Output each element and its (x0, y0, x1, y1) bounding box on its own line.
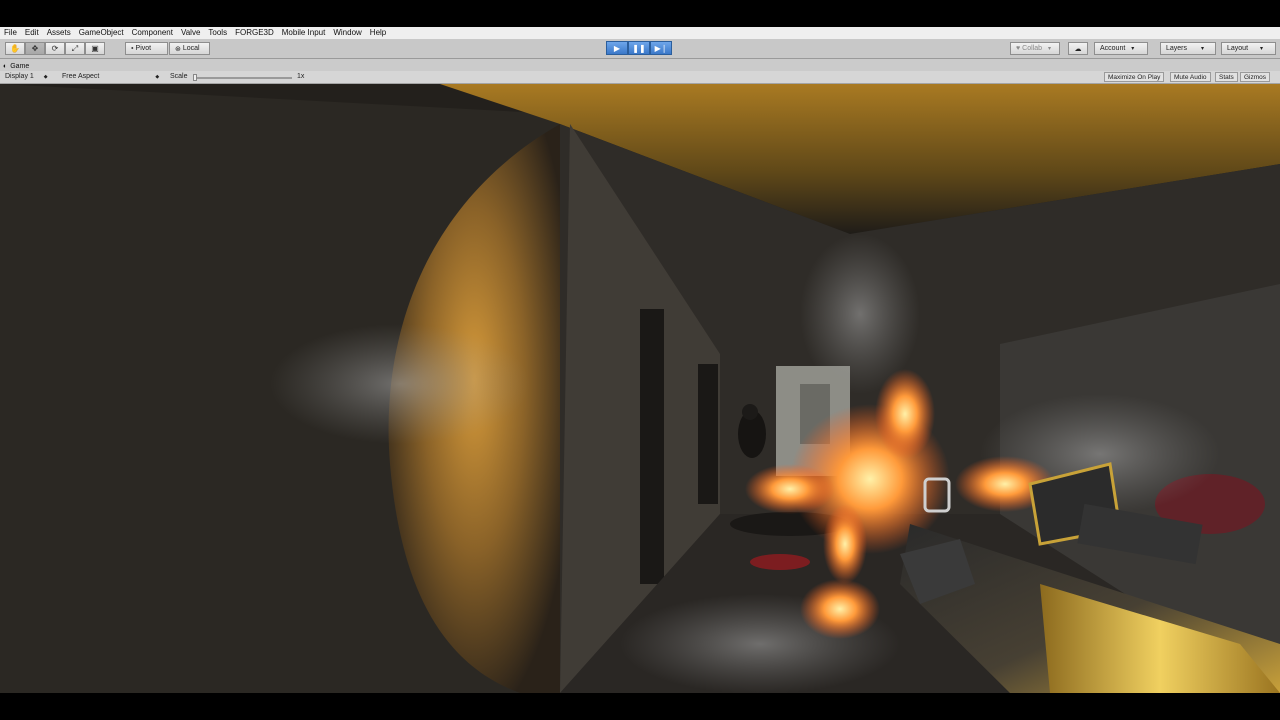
chevron-down-icon: ▾ (1048, 46, 1052, 52)
local-icon: ⊛ (175, 45, 181, 53)
account-dropdown[interactable]: Account ▾ (1094, 42, 1148, 55)
menu-tools[interactable]: Tools (204, 27, 231, 39)
menu-mobile-input[interactable]: Mobile Input (278, 27, 330, 39)
menu-help[interactable]: Help (366, 27, 390, 39)
collab-label: Collab (1022, 45, 1043, 52)
layout-dropdown[interactable]: Layout ▾ (1221, 42, 1276, 55)
menu-forge3d[interactable]: FORGE3D (231, 27, 278, 39)
play-button[interactable]: ▶ (606, 41, 628, 55)
maximize-on-play-toggle[interactable]: Maximize On Play (1104, 72, 1165, 82)
move-icon: ✥ (31, 44, 39, 53)
collab-dropdown[interactable]: ♥ Collab ▾ (1010, 42, 1060, 55)
tab-game[interactable]: ◐ Game (3, 61, 29, 71)
menu-component[interactable]: Component (128, 27, 177, 39)
transform-tools: ✋ ✥ ⟳ ⤢ ▣ (5, 42, 105, 55)
letterbox-bottom (0, 693, 1280, 720)
tab-game-label: Game (10, 62, 30, 70)
letterbox-top (0, 0, 1280, 27)
pivot-label: Pivot (135, 45, 152, 52)
menu-gameobject[interactable]: GameObject (75, 27, 128, 39)
cloud-button[interactable]: ☁ (1068, 42, 1088, 55)
rect-tool-button[interactable]: ▣ (85, 42, 105, 55)
local-label: Local (182, 45, 200, 52)
chevron-down-icon: ◆ (155, 74, 160, 80)
aspect-label: Free Aspect (62, 73, 100, 80)
local-toggle[interactable]: ⊛ Local (169, 42, 210, 55)
step-button[interactable]: ▶❘ (650, 41, 672, 55)
cloud-icon: ☁ (1074, 45, 1082, 53)
playback-controls: ▶ ❚❚ ▶❘ (606, 41, 672, 55)
pause-button[interactable]: ❚❚ (628, 41, 650, 55)
menu-window[interactable]: Window (329, 27, 365, 39)
scale-value: 1x (297, 73, 305, 80)
layers-dropdown[interactable]: Layers ▾ (1160, 42, 1216, 55)
game-tab-bar: ◐ Game (0, 59, 1280, 71)
display-dropdown[interactable]: Display 1 ◆ (5, 73, 48, 80)
chevron-down-icon: ▾ (1201, 46, 1205, 52)
display-label: Display 1 (5, 73, 34, 80)
scale-slider-track[interactable] (194, 77, 292, 79)
pivot-icon: ⬩ (131, 44, 134, 52)
play-icon: ▶ (613, 43, 621, 53)
menu-file[interactable]: File (0, 27, 21, 39)
mute-audio-toggle[interactable]: Mute Audio (1170, 72, 1211, 82)
aspect-dropdown[interactable]: Free Aspect ◆ (62, 73, 159, 80)
pivot-toggle[interactable]: ⬩ Pivot (125, 42, 168, 55)
cloud-check-icon: ♥ (1016, 45, 1021, 52)
hand-icon: ✋ (10, 44, 20, 53)
rect-icon: ▣ (91, 44, 99, 53)
chevron-down-icon: ▾ (1260, 46, 1264, 52)
account-label: Account (1100, 45, 1126, 52)
main-toolbar: ✋ ✥ ⟳ ⤢ ▣ ⬩ Pivot ⊛ Local ▶ ❚❚ ▶❘ ♥ Coll… (0, 39, 1280, 59)
scale-slider-thumb[interactable] (193, 74, 197, 81)
step-icon: ▶❘ (654, 43, 668, 53)
game-view-toolbar: Display 1 ◆ Free Aspect ◆ Scale 1x Maxim… (0, 71, 1280, 84)
menu-valve[interactable]: Valve (177, 27, 204, 39)
gizmos-dropdown[interactable]: Gizmos (1240, 72, 1271, 82)
game-controller-icon: ◐ (3, 62, 8, 70)
layers-label: Layers (1166, 45, 1188, 52)
pause-icon: ❚❚ (632, 43, 646, 53)
menu-assets[interactable]: Assets (43, 27, 75, 39)
scale-label: Scale (170, 73, 188, 80)
move-tool-button[interactable]: ✥ (25, 42, 45, 55)
chevron-down-icon: ▾ (1131, 46, 1135, 52)
scale-tool-button[interactable]: ⤢ (65, 42, 85, 55)
rotate-icon: ⟳ (51, 44, 59, 53)
stats-toggle[interactable]: Stats (1215, 72, 1238, 82)
layout-label: Layout (1227, 45, 1249, 52)
rotate-tool-button[interactable]: ⟳ (45, 42, 65, 55)
game-viewport[interactable] (0, 84, 1280, 693)
chevron-down-icon: ◆ (43, 74, 48, 80)
menu-bar: File Edit Assets GameObject Component Va… (0, 27, 1280, 39)
hand-tool-button[interactable]: ✋ (5, 42, 25, 55)
game-scene (0, 84, 1280, 693)
scale-icon: ⤢ (71, 43, 79, 53)
menu-edit[interactable]: Edit (21, 27, 43, 39)
